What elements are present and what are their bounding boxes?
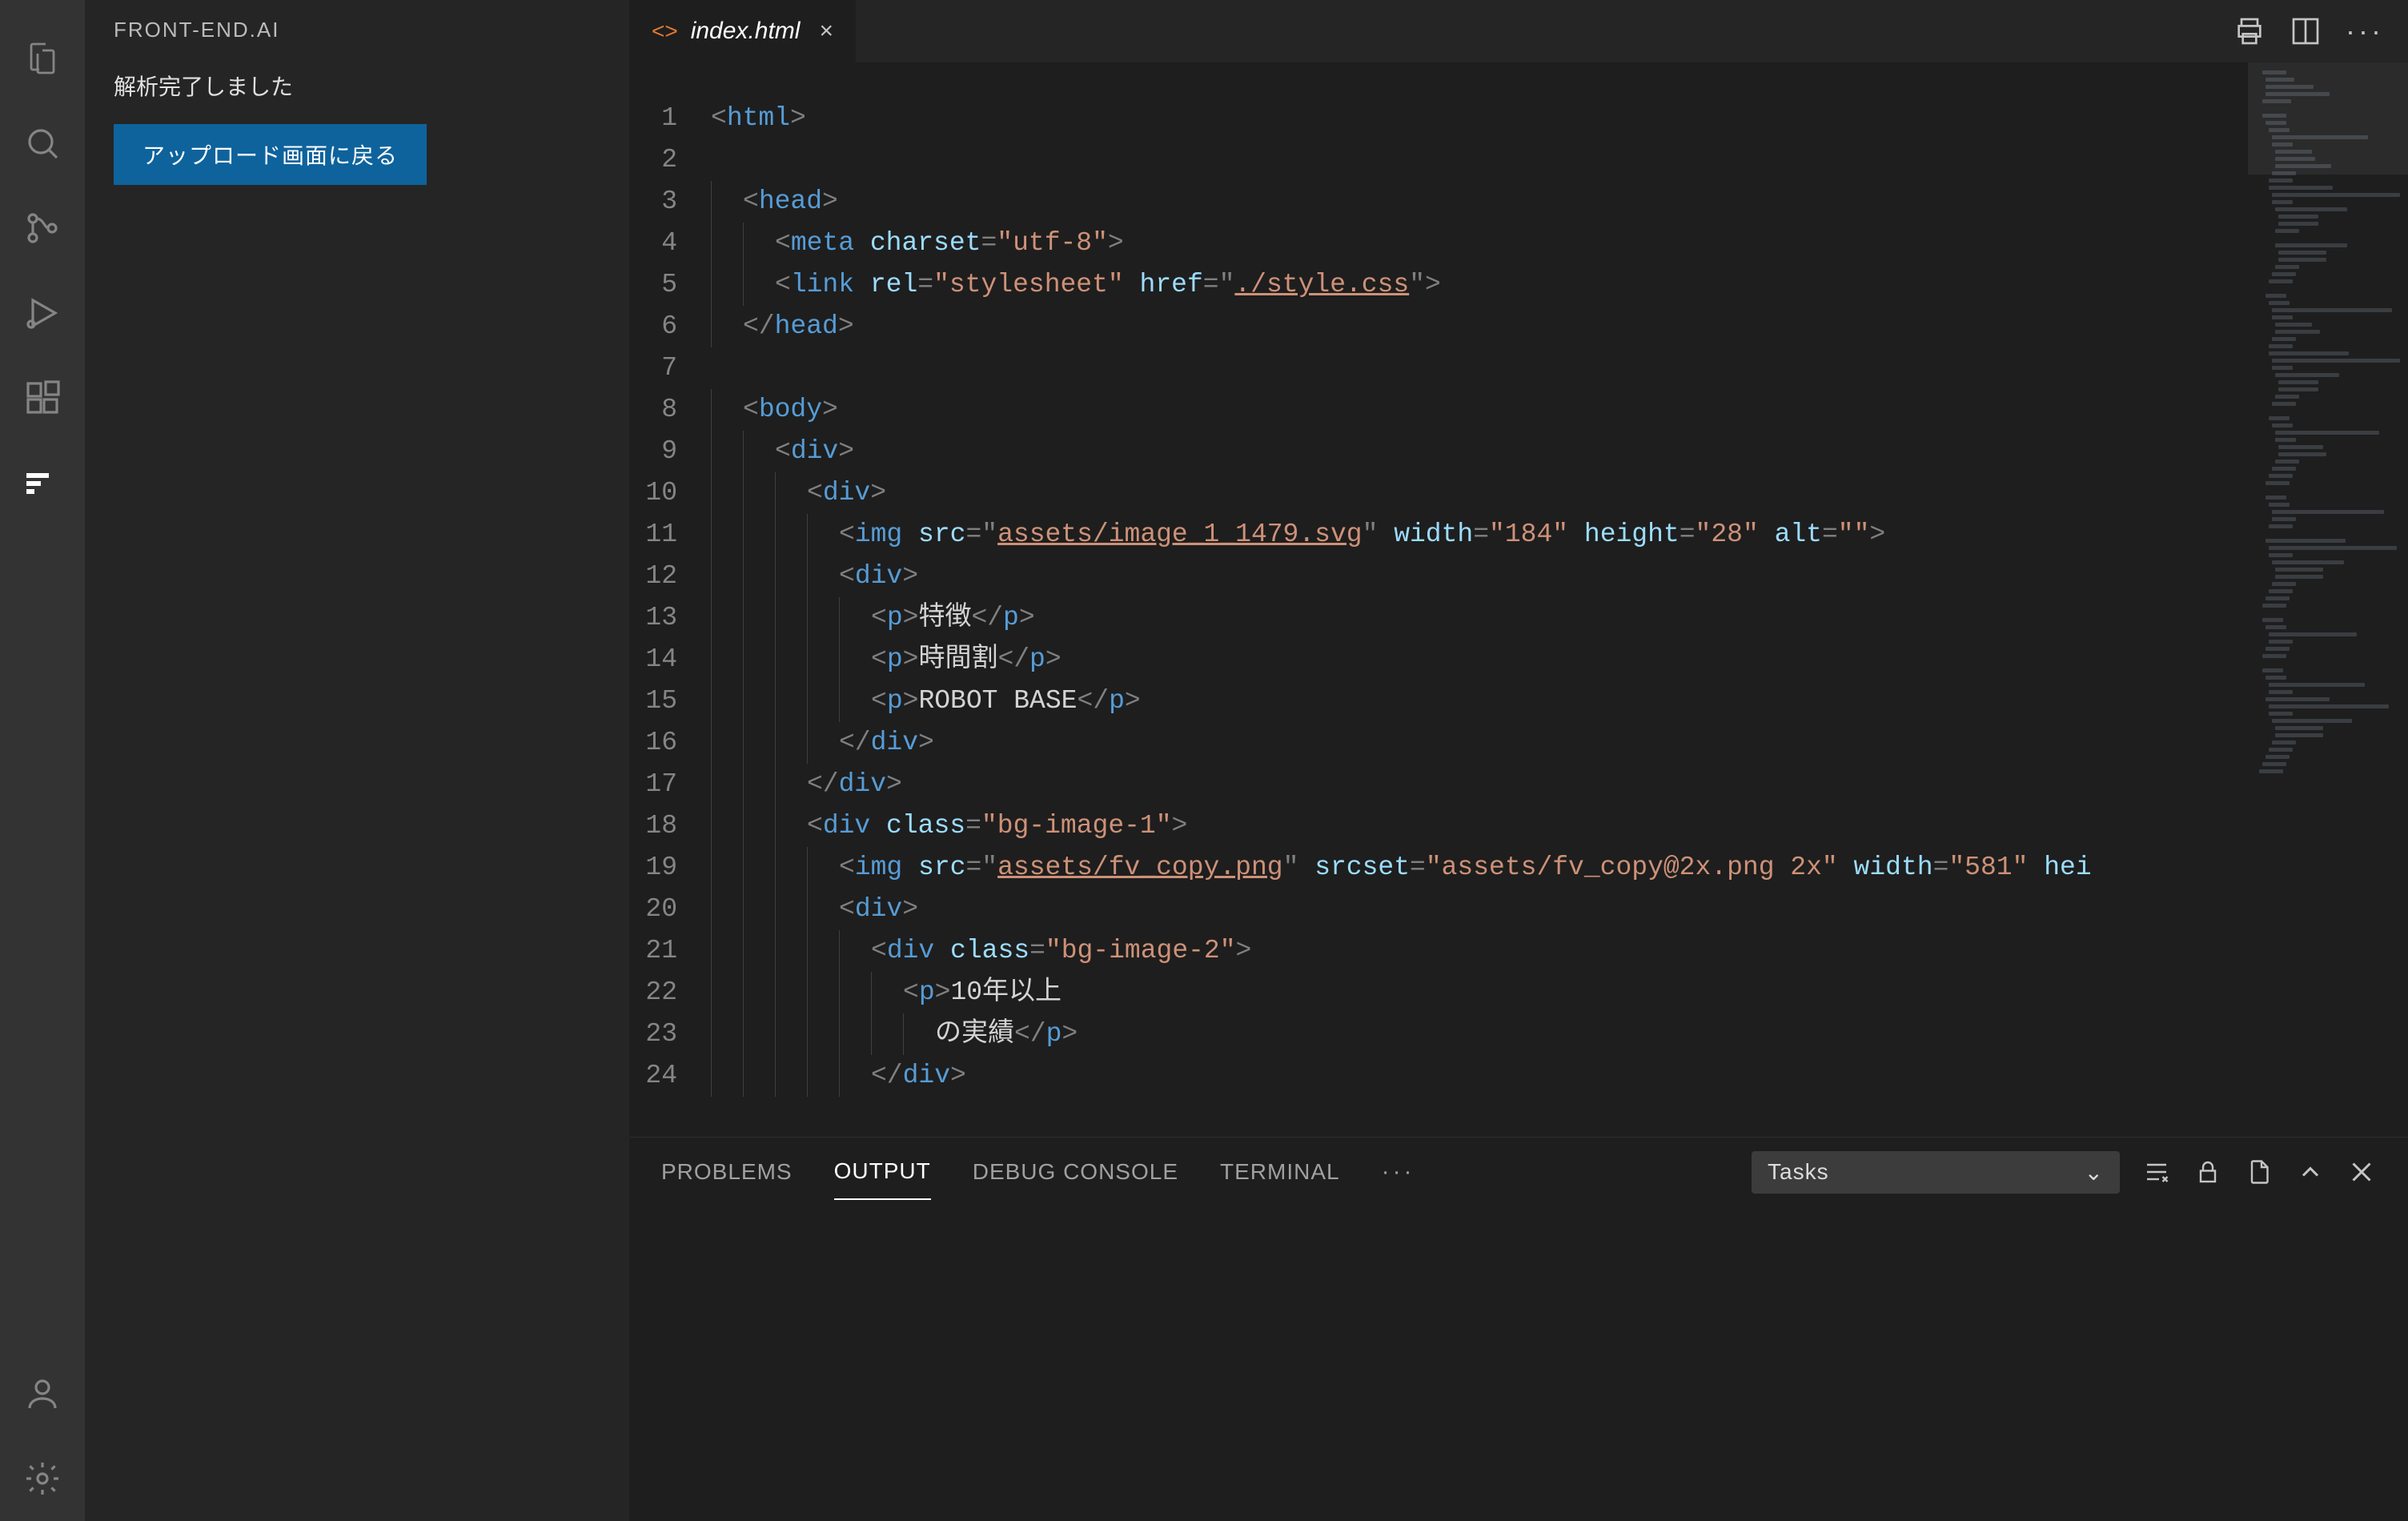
code-line[interactable]: 13<p>特徴</p> (629, 597, 2248, 639)
code-line[interactable]: 11<img src="assets/image_1_1479.svg" wid… (629, 514, 2248, 556)
settings-gear-icon[interactable] (0, 1436, 85, 1521)
clear-output-icon[interactable] (2142, 1158, 2171, 1186)
front-end-ai-icon[interactable] (0, 440, 85, 525)
code-line[interactable]: 15<p>ROBOT BASE</p> (629, 680, 2248, 722)
code-line[interactable]: 23の実績</p> (629, 1013, 2248, 1055)
back-to-upload-button[interactable]: アップロード画面に戻る (114, 124, 427, 185)
line-number: 21 (629, 930, 706, 972)
tab-close-icon[interactable]: × (813, 18, 833, 45)
line-number: 8 (629, 389, 706, 431)
account-icon[interactable] (0, 1351, 85, 1436)
more-actions-icon[interactable]: ··· (2346, 14, 2384, 48)
line-number: 10 (629, 472, 706, 514)
code-line[interactable]: 7 (629, 347, 2248, 389)
search-icon[interactable] (0, 101, 85, 186)
line-number: 12 (629, 556, 706, 597)
output-channel-select[interactable]: Tasks ⌄ (1752, 1151, 2120, 1194)
line-number: 18 (629, 805, 706, 847)
panel-tab-debug-console[interactable]: DEBUG CONSOLE (973, 1145, 1178, 1199)
extensions-icon[interactable] (0, 355, 85, 440)
line-number: 23 (629, 1013, 706, 1055)
code-line[interactable]: 2 (629, 139, 2248, 181)
line-number: 11 (629, 514, 706, 556)
line-number: 2 (629, 139, 706, 181)
minimap[interactable] (2248, 62, 2408, 1137)
line-number: 4 (629, 223, 706, 264)
code-line[interactable]: 16</div> (629, 722, 2248, 764)
main-area: <> index.html × ··· 1<html>23<head>4<met… (629, 0, 2408, 1521)
html-file-icon: <> (652, 18, 678, 44)
editor[interactable]: 1<html>23<head>4<meta charset="utf-8">5<… (629, 62, 2408, 1137)
tab-filename: index.html (691, 18, 801, 45)
panel-tab-problems[interactable]: PROBLEMS (661, 1145, 793, 1199)
line-number: 19 (629, 847, 706, 889)
code-line[interactable]: 1<html> (629, 98, 2248, 139)
code-line[interactable]: 12<div> (629, 556, 2248, 597)
source-control-icon[interactable] (0, 186, 85, 271)
explorer-icon[interactable] (0, 16, 85, 101)
line-number: 3 (629, 181, 706, 223)
editor-actions: ··· (2209, 0, 2408, 62)
code-line[interactable]: 19<img src="assets/fv_copy.png" srcset="… (629, 847, 2248, 889)
split-editor-icon[interactable] (2290, 15, 2322, 47)
open-log-file-icon[interactable] (2245, 1158, 2274, 1186)
line-number: 7 (629, 347, 706, 389)
line-number: 20 (629, 889, 706, 930)
print-icon[interactable] (2233, 15, 2266, 47)
lock-scroll-icon[interactable] (2193, 1158, 2222, 1186)
code-line[interactable]: 10<div> (629, 472, 2248, 514)
code-line[interactable]: 3<head> (629, 181, 2248, 223)
code-line[interactable]: 24</div> (629, 1055, 2248, 1097)
panel-more-icon[interactable]: ··· (1382, 1158, 1415, 1186)
sidebar: FRONT-END.AI 解析完了しました アップロード画面に戻る (85, 0, 629, 1521)
code-line[interactable]: 5<link rel="stylesheet" href="./style.cs… (629, 264, 2248, 306)
code-line[interactable]: 6</head> (629, 306, 2248, 347)
line-number: 22 (629, 972, 706, 1013)
sidebar-title: FRONT-END.AI (85, 0, 629, 58)
chevron-down-icon: ⌄ (2085, 1159, 2104, 1186)
code-line[interactable]: 14<p>時間割</p> (629, 639, 2248, 680)
code-line[interactable]: 9<div> (629, 431, 2248, 472)
code-line[interactable]: 21<div class="bg-image-2"> (629, 930, 2248, 972)
code-line[interactable]: 20<div> (629, 889, 2248, 930)
line-number: 15 (629, 680, 706, 722)
code-line[interactable]: 4<meta charset="utf-8"> (629, 223, 2248, 264)
run-debug-icon[interactable] (0, 271, 85, 355)
tab-bar: <> index.html × ··· (629, 0, 2408, 62)
chevron-up-icon[interactable] (2296, 1158, 2325, 1186)
code-line[interactable]: 8<body> (629, 389, 2248, 431)
line-number: 9 (629, 431, 706, 472)
code-line[interactable]: 18<div class="bg-image-1"> (629, 805, 2248, 847)
line-number: 1 (629, 98, 706, 139)
status-text: 解析完了しました (114, 58, 600, 124)
line-number: 24 (629, 1055, 706, 1097)
line-number: 5 (629, 264, 706, 306)
minimap-viewport[interactable] (2248, 62, 2408, 175)
code-line[interactable]: 17</div> (629, 764, 2248, 805)
tab-index-html[interactable]: <> index.html × (629, 0, 857, 62)
line-number: 16 (629, 722, 706, 764)
code-line[interactable]: 22<p>10年以上 (629, 972, 2248, 1013)
close-panel-icon[interactable] (2347, 1158, 2376, 1186)
output-channel-label: Tasks (1768, 1159, 1829, 1185)
panel-body (629, 1206, 2408, 1521)
line-number: 13 (629, 597, 706, 639)
bottom-panel: PROBLEMS OUTPUT DEBUG CONSOLE TERMINAL ·… (629, 1137, 2408, 1521)
panel-tab-terminal[interactable]: TERMINAL (1220, 1145, 1340, 1199)
line-number: 14 (629, 639, 706, 680)
panel-tab-output[interactable]: OUTPUT (834, 1144, 931, 1200)
line-number: 17 (629, 764, 706, 805)
activity-bar (0, 0, 85, 1521)
line-number: 6 (629, 306, 706, 347)
